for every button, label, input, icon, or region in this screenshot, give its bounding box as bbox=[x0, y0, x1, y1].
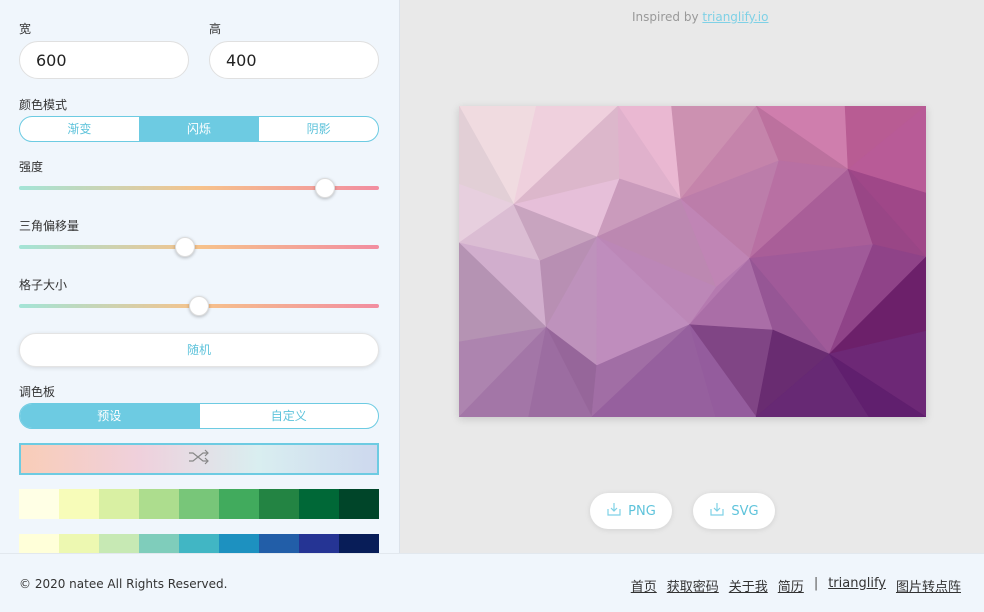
settings-sidebar: 宽 高 颜色模式 渐变 闪烁 阴影 强度 三角偏移量 格子大小 随机 调色板 预… bbox=[0, 0, 400, 553]
trianglify-preview bbox=[458, 104, 928, 419]
width-label: 宽 bbox=[19, 22, 32, 36]
palette-swatch bbox=[259, 489, 299, 519]
random-button[interactable]: 随机 bbox=[19, 333, 379, 367]
slider-thumb[interactable] bbox=[174, 237, 195, 257]
palette-swatch bbox=[259, 534, 299, 553]
footer-link-trianglify[interactable]: trianglify bbox=[828, 576, 886, 595]
color-mode-shadow[interactable]: 阴影 bbox=[259, 117, 378, 141]
palette-swatch bbox=[59, 534, 99, 553]
download-icon bbox=[606, 501, 622, 521]
height-input[interactable] bbox=[209, 41, 379, 79]
palette-swatch bbox=[299, 489, 339, 519]
selected-palette[interactable] bbox=[19, 443, 379, 475]
palette-swatch bbox=[59, 489, 99, 519]
palette-swatch bbox=[179, 489, 219, 519]
inspired-prefix: Inspired by bbox=[632, 10, 703, 24]
palette-swatch bbox=[99, 534, 139, 553]
tab-custom[interactable]: 自定义 bbox=[200, 404, 379, 428]
footer-separator: | bbox=[813, 576, 819, 591]
footer-link-home[interactable]: 首页 bbox=[631, 576, 657, 595]
color-mode-flicker[interactable]: 闪烁 bbox=[139, 117, 260, 141]
palette-swatch bbox=[219, 489, 259, 519]
download-svg-button[interactable]: SVG bbox=[693, 493, 775, 529]
palette-swatch bbox=[219, 534, 259, 553]
footer-link-get-password[interactable]: 获取密码 bbox=[667, 576, 719, 595]
cell-size-slider[interactable] bbox=[19, 296, 379, 316]
height-label: 高 bbox=[209, 22, 222, 36]
download-icon bbox=[709, 501, 725, 521]
color-mode-selector: 渐变 闪烁 阴影 bbox=[19, 116, 379, 142]
download-png-button[interactable]: PNG bbox=[590, 493, 672, 529]
trianglify-link[interactable]: trianglify.io bbox=[702, 10, 768, 24]
palette-swatch bbox=[299, 534, 339, 553]
intensity-slider[interactable] bbox=[19, 178, 379, 198]
footer-link-resume[interactable]: 简历 bbox=[778, 576, 804, 595]
palette-swatch bbox=[179, 534, 219, 553]
cell-size-label: 格子大小 bbox=[19, 278, 68, 292]
palette-tabs: 预设 自定义 bbox=[19, 403, 379, 429]
slider-track bbox=[19, 245, 379, 249]
footer: © 2020 natee All Rights Reserved. 首页 获取密… bbox=[0, 553, 984, 612]
copyright: © 2020 natee All Rights Reserved. bbox=[19, 577, 228, 591]
palette-swatch bbox=[139, 534, 179, 553]
shuffle-icon[interactable] bbox=[188, 449, 210, 469]
slider-thumb[interactable] bbox=[189, 296, 209, 316]
palette-swatch bbox=[99, 489, 139, 519]
palette-swatch bbox=[339, 534, 379, 553]
palette-option[interactable] bbox=[19, 534, 379, 553]
download-svg-label: SVG bbox=[731, 503, 759, 519]
tab-preset[interactable]: 预设 bbox=[20, 404, 200, 428]
download-png-label: PNG bbox=[628, 503, 656, 519]
offset-slider[interactable] bbox=[19, 237, 379, 257]
footer-links: 首页 获取密码 关于我 简历 | trianglify 图片转点阵 bbox=[631, 576, 961, 595]
palette-swatch bbox=[19, 534, 59, 553]
slider-thumb[interactable] bbox=[315, 178, 335, 198]
palette-swatch bbox=[139, 489, 179, 519]
footer-link-about[interactable]: 关于我 bbox=[729, 576, 768, 595]
color-mode-gradient[interactable]: 渐变 bbox=[20, 117, 140, 141]
palette-swatch bbox=[339, 489, 379, 519]
palette-option[interactable] bbox=[19, 489, 379, 519]
color-mode-label: 颜色模式 bbox=[19, 98, 68, 112]
palette-label: 调色板 bbox=[19, 385, 56, 399]
inspired-text: Inspired by trianglify.io bbox=[632, 10, 769, 24]
width-input[interactable] bbox=[19, 41, 189, 79]
offset-label: 三角偏移量 bbox=[19, 219, 80, 233]
palette-swatch bbox=[19, 489, 59, 519]
footer-link-image-to-dots[interactable]: 图片转点阵 bbox=[896, 576, 961, 595]
intensity-label: 强度 bbox=[19, 160, 44, 174]
preview-image bbox=[458, 104, 928, 419]
